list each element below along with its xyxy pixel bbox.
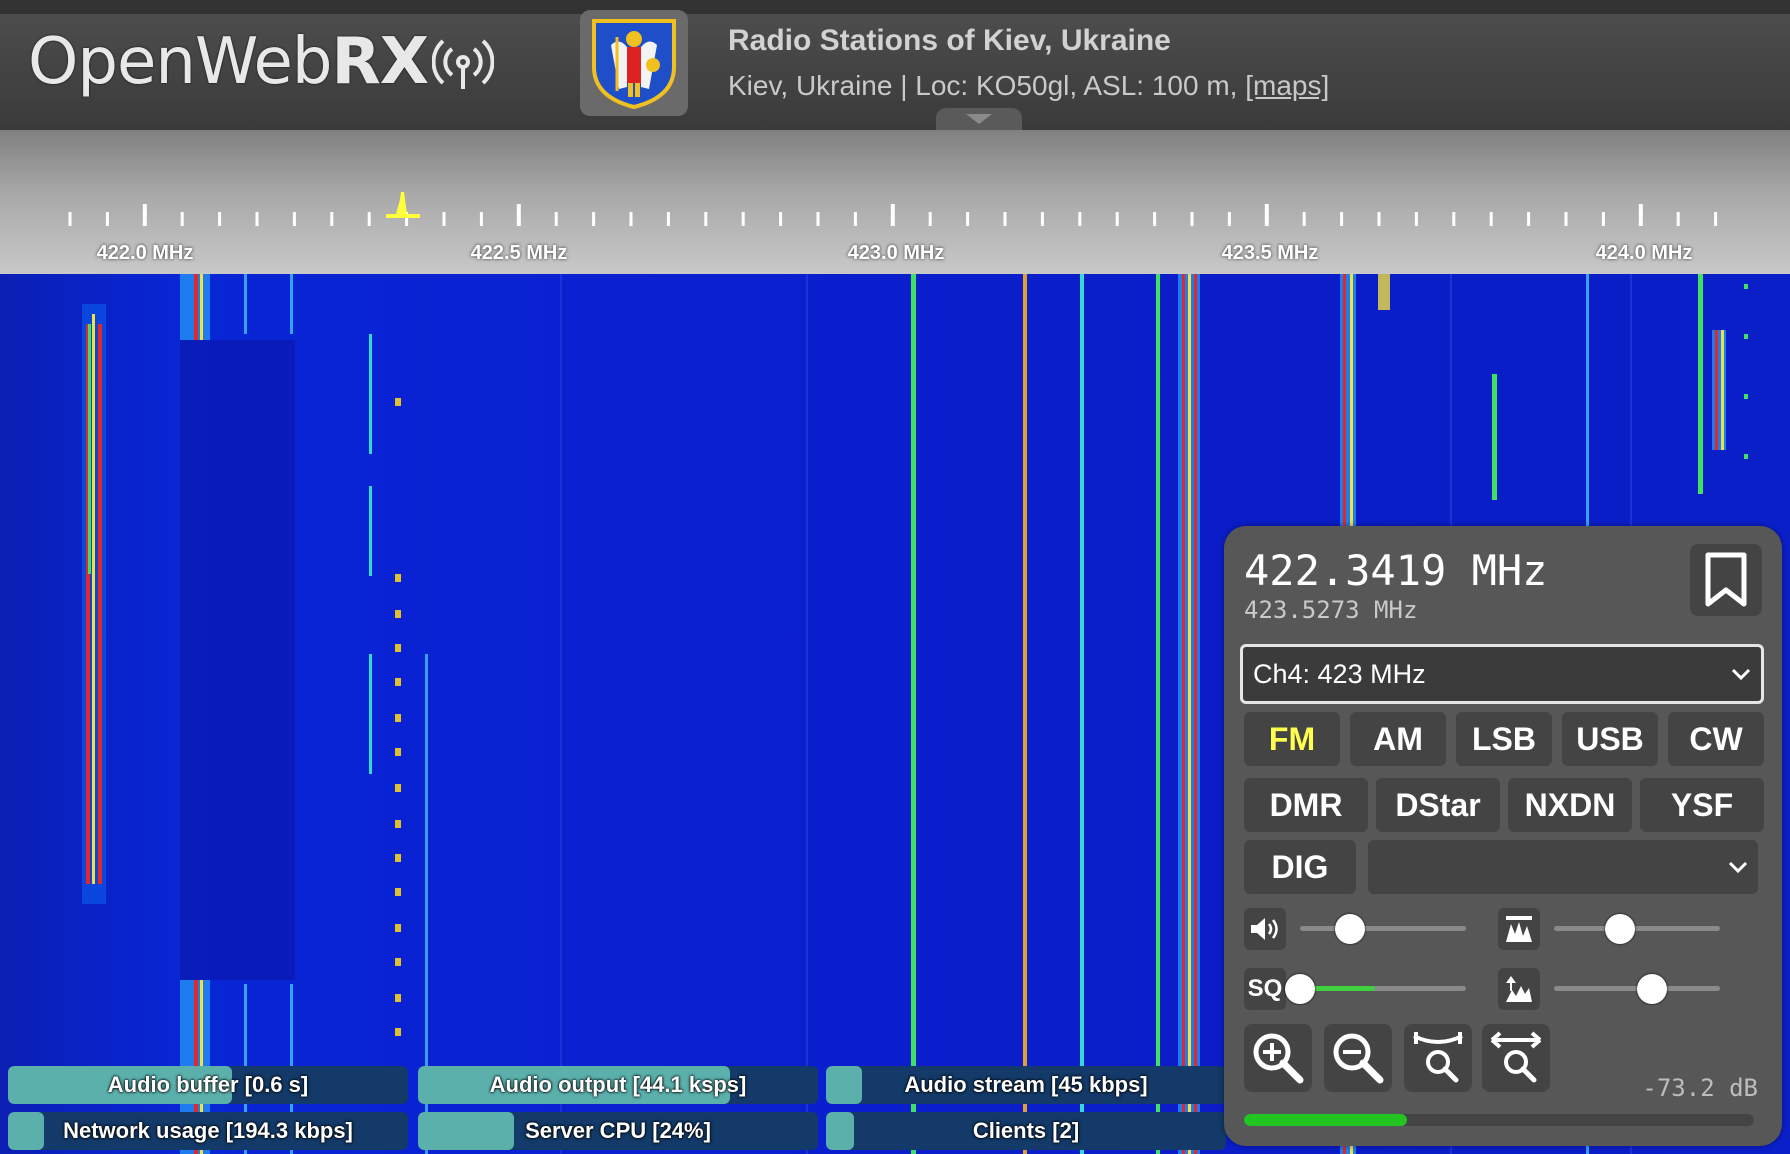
chevron-down-icon bbox=[1728, 861, 1748, 873]
scale-label: 423.0 MHz bbox=[847, 242, 945, 264]
receiver-location: Kiev, Ukraine | Loc: KO50gl, ASL: 100 m, bbox=[728, 70, 1246, 101]
smeter-db-value: -73.2 dB bbox=[1642, 1074, 1758, 1102]
offset-frequency-display: 423.5273 MHz bbox=[1244, 596, 1418, 624]
mode-button-fm[interactable]: FM bbox=[1244, 712, 1340, 766]
frequency-display[interactable]: 422.3419 MHz bbox=[1244, 546, 1547, 595]
audio-buffer-bar: Audio buffer [0.6 s] bbox=[8, 1066, 408, 1104]
header-toggle-button[interactable] bbox=[936, 108, 1022, 130]
waterfall-max-slider[interactable] bbox=[1554, 914, 1720, 944]
maps-link[interactable]: [maps] bbox=[1245, 70, 1329, 101]
zoom-to-band-button[interactable] bbox=[1482, 1024, 1550, 1092]
audio-stream-label: Audio stream [45 kbps] bbox=[904, 1072, 1148, 1097]
bookmark-icon bbox=[1705, 552, 1747, 607]
speaker-icon bbox=[1251, 918, 1278, 940]
mode-button-nxdn[interactable]: NXDN bbox=[1508, 778, 1632, 832]
logo-text-open: OpenWeb bbox=[28, 25, 332, 99]
squelch-label: SQ bbox=[1244, 968, 1286, 1010]
receiver-name: Radio Stations of Kiev, Ukraine bbox=[728, 24, 1171, 57]
waterfall-auto-adjust-button[interactable] bbox=[1498, 968, 1540, 1010]
network-usage-label: Network usage [194.3 kbps] bbox=[63, 1118, 353, 1143]
bookmark-select[interactable]: Ch4: 423 MHz bbox=[1240, 644, 1764, 704]
audio-stream-bar: Audio stream [45 kbps] bbox=[826, 1066, 1226, 1104]
frequency-scale[interactable]: 422.0 MHz 422.5 MHz 423.0 MHz 423.5 MHz … bbox=[0, 130, 1790, 274]
zoom-in-button[interactable] bbox=[1244, 1024, 1312, 1092]
bookmark-selected-value: Ch4: 423 MHz bbox=[1253, 658, 1426, 689]
scale-label: 424.0 MHz bbox=[1595, 242, 1693, 264]
mode-button-dmr[interactable]: DMR bbox=[1244, 778, 1368, 832]
tuning-marker-icon bbox=[386, 192, 420, 218]
mode-button-dig[interactable]: DIG bbox=[1244, 840, 1356, 894]
mute-button[interactable] bbox=[1244, 908, 1286, 950]
audio-output-bar: Audio output [44.1 ksps] bbox=[418, 1066, 818, 1104]
waterfall-max-auto-button[interactable] bbox=[1498, 908, 1540, 950]
slider-track bbox=[1554, 926, 1720, 931]
squelch-slider[interactable] bbox=[1285, 974, 1466, 1004]
openwebrx-logo[interactable]: OpenWeb RX bbox=[28, 22, 495, 102]
zoom-out-icon bbox=[1333, 1033, 1384, 1084]
slider-knob[interactable] bbox=[1636, 974, 1667, 1004]
waterfall-max-icon bbox=[1506, 916, 1532, 942]
bookmark-button[interactable] bbox=[1690, 544, 1762, 616]
zoom-out-button[interactable] bbox=[1324, 1024, 1392, 1092]
digimode-select[interactable] bbox=[1368, 840, 1758, 894]
slider-track bbox=[1300, 926, 1466, 931]
waterfall-min-slider[interactable] bbox=[1554, 974, 1720, 1004]
browser-ghost-strip bbox=[0, 0, 1790, 14]
mode-button-lsb[interactable]: LSB bbox=[1456, 712, 1552, 766]
zoom-in-icon bbox=[1253, 1033, 1304, 1084]
server-cpu-bar: Server CPU [24%] bbox=[418, 1112, 818, 1150]
mode-button-dstar[interactable]: DStar bbox=[1376, 778, 1500, 832]
waterfall-min-icon bbox=[1506, 976, 1532, 1002]
receiver-description: Kiev, Ukraine | Loc: KO50gl, ASL: 100 m,… bbox=[728, 70, 1329, 102]
chevron-down-icon bbox=[1731, 668, 1751, 680]
scale-label: 422.5 MHz bbox=[470, 242, 568, 264]
audio-buffer-label: Audio buffer [0.6 s] bbox=[107, 1072, 309, 1097]
slider-knob[interactable] bbox=[1285, 974, 1315, 1004]
scale-label: 423.5 MHz bbox=[1221, 242, 1319, 264]
receiver-avatar[interactable] bbox=[580, 10, 688, 116]
smeter-fill bbox=[1244, 1114, 1408, 1126]
server-cpu-label: Server CPU [24%] bbox=[525, 1118, 711, 1143]
clients-bar: Clients [2] bbox=[826, 1112, 1226, 1150]
mode-button-cw[interactable]: CW bbox=[1668, 712, 1764, 766]
chevron-down-icon bbox=[966, 114, 992, 124]
network-usage-bar: Network usage [194.3 kbps] bbox=[8, 1112, 408, 1150]
mode-button-usb[interactable]: USB bbox=[1562, 712, 1658, 766]
volume-slider[interactable] bbox=[1300, 914, 1466, 944]
logo-text-rx: RX bbox=[331, 25, 429, 99]
slider-knob[interactable] bbox=[1334, 914, 1365, 944]
mode-button-am[interactable]: AM bbox=[1350, 712, 1446, 766]
audio-output-label: Audio output [44.1 ksps] bbox=[489, 1072, 747, 1097]
radio-waves-icon bbox=[432, 39, 495, 89]
scale-label: 422.0 MHz bbox=[96, 242, 194, 264]
coat-of-arms-icon bbox=[592, 19, 676, 109]
slider-knob[interactable] bbox=[1605, 914, 1636, 944]
zoom-signal-icon bbox=[1413, 1032, 1463, 1083]
zoom-to-signal-button[interactable] bbox=[1404, 1024, 1472, 1092]
receiver-panel: 422.3419 MHz 423.5273 MHz Ch4: 423 MHz F… bbox=[1224, 526, 1782, 1146]
smeter-bar bbox=[1244, 1114, 1754, 1126]
clients-label: Clients [2] bbox=[972, 1118, 1080, 1143]
header-bar: OpenWeb RX Radio Stations of Kiev, Ukrain… bbox=[0, 0, 1790, 130]
zoom-band-icon bbox=[1490, 1031, 1542, 1083]
mode-button-ysf[interactable]: YSF bbox=[1640, 778, 1764, 832]
